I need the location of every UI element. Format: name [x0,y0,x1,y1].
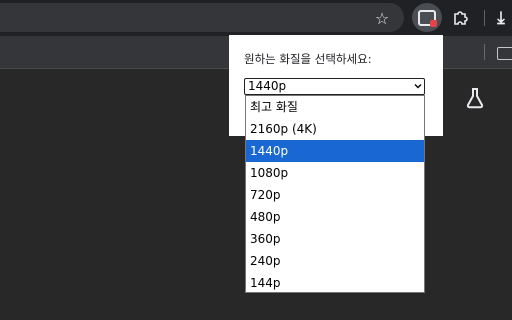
option-best-quality[interactable]: 최고 화질 [246,96,424,118]
toolbar-divider [484,10,485,26]
quality-prompt: 원하는 화질을 선택하세요: [244,52,372,66]
quality-dropdown-list: 최고 화질 2160p (4K) 1440p 1080p 720p 480p 3… [245,95,425,293]
bookmarks-divider [484,44,485,60]
quality-select-value: 1440p [248,79,287,93]
browser-toolbar: ☆ ⤓ [0,0,512,36]
quality-select[interactable]: 1440p [244,78,425,95]
option-144p[interactable]: 144p [246,272,424,294]
option-360p[interactable]: 360p [246,228,424,250]
option-720p[interactable]: 720p [246,184,424,206]
option-1080p[interactable]: 1080p [246,162,424,184]
bookmark-folder-icon[interactable] [497,47,512,60]
chevron-down-icon [414,84,422,89]
extensions-puzzle-icon[interactable] [448,6,472,30]
labs-flask-icon[interactable] [464,86,486,110]
download-icon[interactable]: ⤓ [490,4,512,32]
bookmark-star-icon[interactable]: ☆ [370,6,394,30]
option-480p[interactable]: 480p [246,206,424,228]
quality-extension-icon[interactable] [412,3,442,32]
option-1440p[interactable]: 1440p [246,140,424,162]
option-240p[interactable]: 240p [246,250,424,272]
option-2160p[interactable]: 2160p (4K) [246,118,424,140]
address-bar[interactable] [0,3,404,32]
